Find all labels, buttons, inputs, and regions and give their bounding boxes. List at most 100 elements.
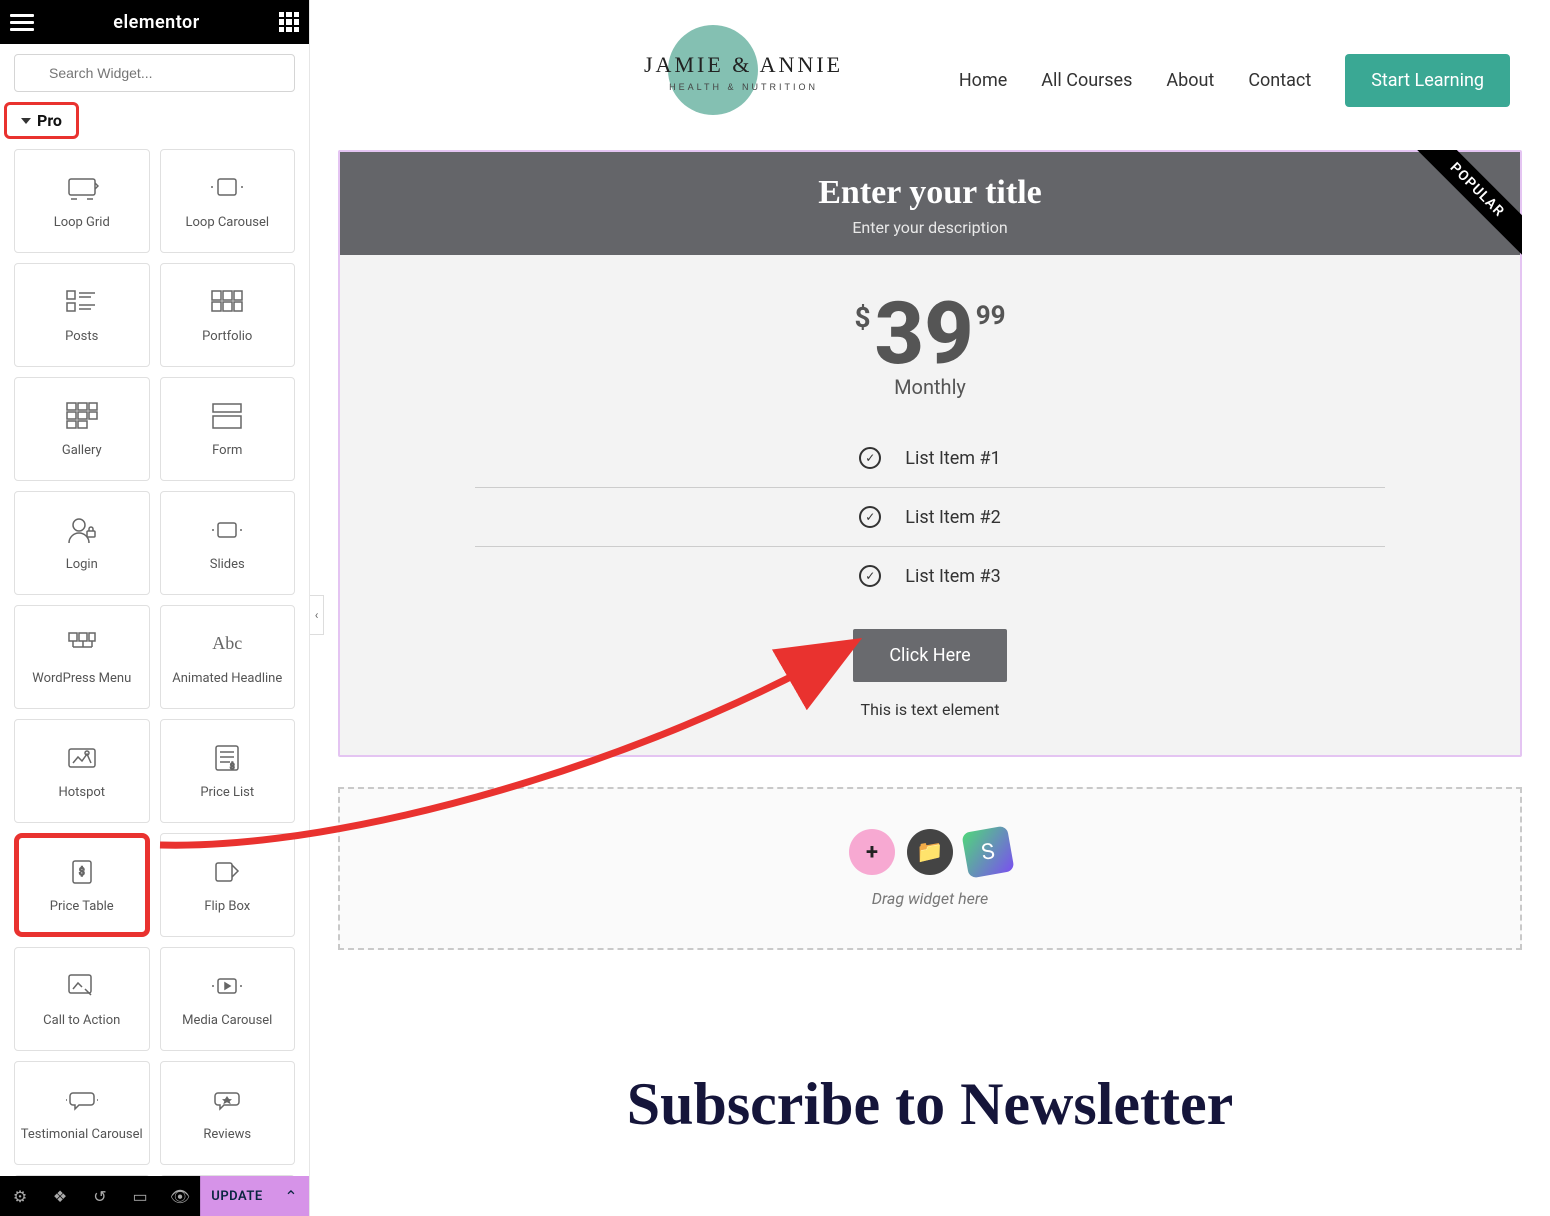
animated-headline-icon: Abc: [210, 629, 244, 659]
stylish-addon-button[interactable]: S: [961, 825, 1014, 878]
svg-text:$: $: [230, 762, 235, 771]
check-icon: ✓: [859, 506, 881, 528]
update-caret[interactable]: ⌃: [273, 1176, 309, 1216]
widget-gallery[interactable]: Gallery: [14, 377, 150, 481]
drop-icons: + 📁 S: [849, 829, 1011, 875]
hotspot-icon: [65, 743, 99, 773]
widget-label: Media Carousel: [182, 1013, 272, 1028]
widget-label: Hotspot: [58, 785, 105, 800]
add-section-button[interactable]: +: [849, 829, 895, 875]
bottom-bar: ⚙ ❖ ↺ ▭ 👁 UPDATE ⌃: [0, 1176, 309, 1216]
start-learning-button[interactable]: Start Learning: [1345, 54, 1510, 107]
price-currency: $: [854, 301, 870, 334]
sidebar-title: elementor: [113, 12, 199, 33]
posts-icon: [65, 287, 99, 317]
widget-label: Testimonial Carousel: [21, 1127, 143, 1142]
check-icon: ✓: [859, 447, 881, 469]
navigator-icon[interactable]: ❖: [40, 1176, 80, 1216]
widget-price-list[interactable]: $ Price List: [160, 719, 296, 823]
loop-carousel-icon: [210, 173, 244, 203]
category-toggle-pro[interactable]: Pro: [4, 102, 79, 139]
slides-icon: [210, 515, 244, 545]
loop-grid-icon: [65, 173, 99, 203]
flip-box-icon: [210, 857, 244, 887]
history-icon[interactable]: ↺: [80, 1176, 120, 1216]
hamburger-icon[interactable]: [10, 10, 34, 34]
settings-icon[interactable]: ⚙: [0, 1176, 40, 1216]
price-table-button[interactable]: Click Here: [853, 629, 1006, 682]
widget-login[interactable]: Login: [14, 491, 150, 595]
widget-loop-carousel[interactable]: Loop Carousel: [160, 149, 296, 253]
ribbon-label: POPULAR: [1412, 150, 1522, 260]
newsletter-title[interactable]: Subscribe to Newsletter: [310, 1070, 1550, 1139]
search-input[interactable]: [14, 54, 295, 92]
widget-portfolio[interactable]: Portfolio: [160, 263, 296, 367]
price-cents: 99: [976, 301, 1006, 331]
widget-label: Form: [212, 443, 242, 458]
price-list-icon: $: [210, 743, 244, 773]
check-icon: ✓: [859, 565, 881, 587]
sidebar-collapse-handle[interactable]: ‹: [310, 595, 324, 635]
widget-label: Portfolio: [202, 329, 252, 344]
widget-posts[interactable]: Posts: [14, 263, 150, 367]
price-amount: 39: [875, 291, 974, 377]
price-table-description[interactable]: Enter your description: [340, 218, 1520, 237]
feature-text: List Item #3: [905, 566, 1001, 587]
widget-media-carousel[interactable]: Media Carousel: [160, 947, 296, 1051]
widget-hotspot[interactable]: Hotspot: [14, 719, 150, 823]
widget-testimonial-carousel[interactable]: Testimonial Carousel: [14, 1061, 150, 1165]
logo-line1: JAMIE & ANNIE: [644, 52, 843, 78]
category-label: Pro: [37, 111, 62, 130]
widget-slides[interactable]: Slides: [160, 491, 296, 595]
category-header-wrap: Pro: [0, 102, 309, 149]
site-header: JAMIE & ANNIE HEALTH & NUTRITION Home Al…: [310, 0, 1550, 140]
newsletter-section: Subscribe to Newsletter: [310, 1070, 1550, 1139]
logo-line2: HEALTH & NUTRITION: [644, 82, 843, 92]
widget-animated-headline[interactable]: Abc Animated Headline: [160, 605, 296, 709]
nav-home[interactable]: Home: [959, 70, 1007, 91]
price-table-body: $ 39 99 Monthly ✓ List Item #1 ✓ List It…: [340, 255, 1520, 755]
template-library-button[interactable]: 📁: [907, 829, 953, 875]
feature-text: List Item #2: [905, 507, 1001, 528]
widget-label: Posts: [65, 329, 98, 344]
features-list: ✓ List Item #1 ✓ List Item #2 ✓ List Ite…: [475, 429, 1385, 605]
reviews-icon: [210, 1085, 244, 1115]
price-table-section[interactable]: Enter your title Enter your description …: [338, 150, 1522, 757]
nav-contact[interactable]: Contact: [1248, 70, 1311, 91]
widget-label: Gallery: [62, 443, 102, 458]
search-wrap: 🔍: [0, 44, 309, 102]
wordpress-menu-icon: [65, 629, 99, 659]
widget-label: Loop Carousel: [185, 215, 269, 230]
price-table-title[interactable]: Enter your title: [340, 174, 1520, 212]
nav-all-courses[interactable]: All Courses: [1041, 70, 1132, 91]
widget-flip-box[interactable]: Flip Box: [160, 833, 296, 937]
nav-about[interactable]: About: [1166, 70, 1214, 91]
widget-label: WordPress Menu: [32, 671, 131, 686]
widget-price-table[interactable]: $ Price Table: [14, 833, 150, 937]
site-nav: Home All Courses About Contact Start Lea…: [959, 54, 1510, 107]
price-period: Monthly: [894, 375, 966, 399]
drop-label: Drag widget here: [872, 889, 988, 908]
login-icon: [65, 515, 99, 545]
preview-icon[interactable]: 👁: [160, 1176, 200, 1216]
responsive-icon[interactable]: ▭: [120, 1176, 160, 1216]
drop-widget-section[interactable]: + 📁 S Drag widget here: [338, 787, 1522, 950]
price-table-header: Enter your title Enter your description …: [340, 152, 1520, 255]
widget-loop-grid[interactable]: Loop Grid: [14, 149, 150, 253]
form-icon: [210, 401, 244, 431]
media-carousel-icon: [210, 971, 244, 1001]
cta-icon: [65, 971, 99, 1001]
elementor-sidebar: elementor 🔍 Pro Loop Grid Loop Carousel …: [0, 0, 310, 1216]
widget-label: Slides: [210, 557, 245, 572]
update-button[interactable]: UPDATE: [200, 1176, 273, 1216]
apps-grid-icon[interactable]: [279, 12, 299, 32]
widget-form[interactable]: Form: [160, 377, 296, 481]
widget-wordpress-menu[interactable]: WordPress Menu: [14, 605, 150, 709]
site-logo-text[interactable]: JAMIE & ANNIE HEALTH & NUTRITION: [644, 52, 843, 92]
widget-grid[interactable]: Loop Grid Loop Carousel Posts Portfolio …: [0, 149, 309, 1176]
widget-reviews[interactable]: Reviews: [160, 1061, 296, 1165]
widget-label: Loop Grid: [54, 215, 110, 230]
widget-call-to-action[interactable]: Call to Action: [14, 947, 150, 1051]
sidebar-header: elementor: [0, 0, 309, 44]
widget-label: Call to Action: [43, 1013, 120, 1028]
